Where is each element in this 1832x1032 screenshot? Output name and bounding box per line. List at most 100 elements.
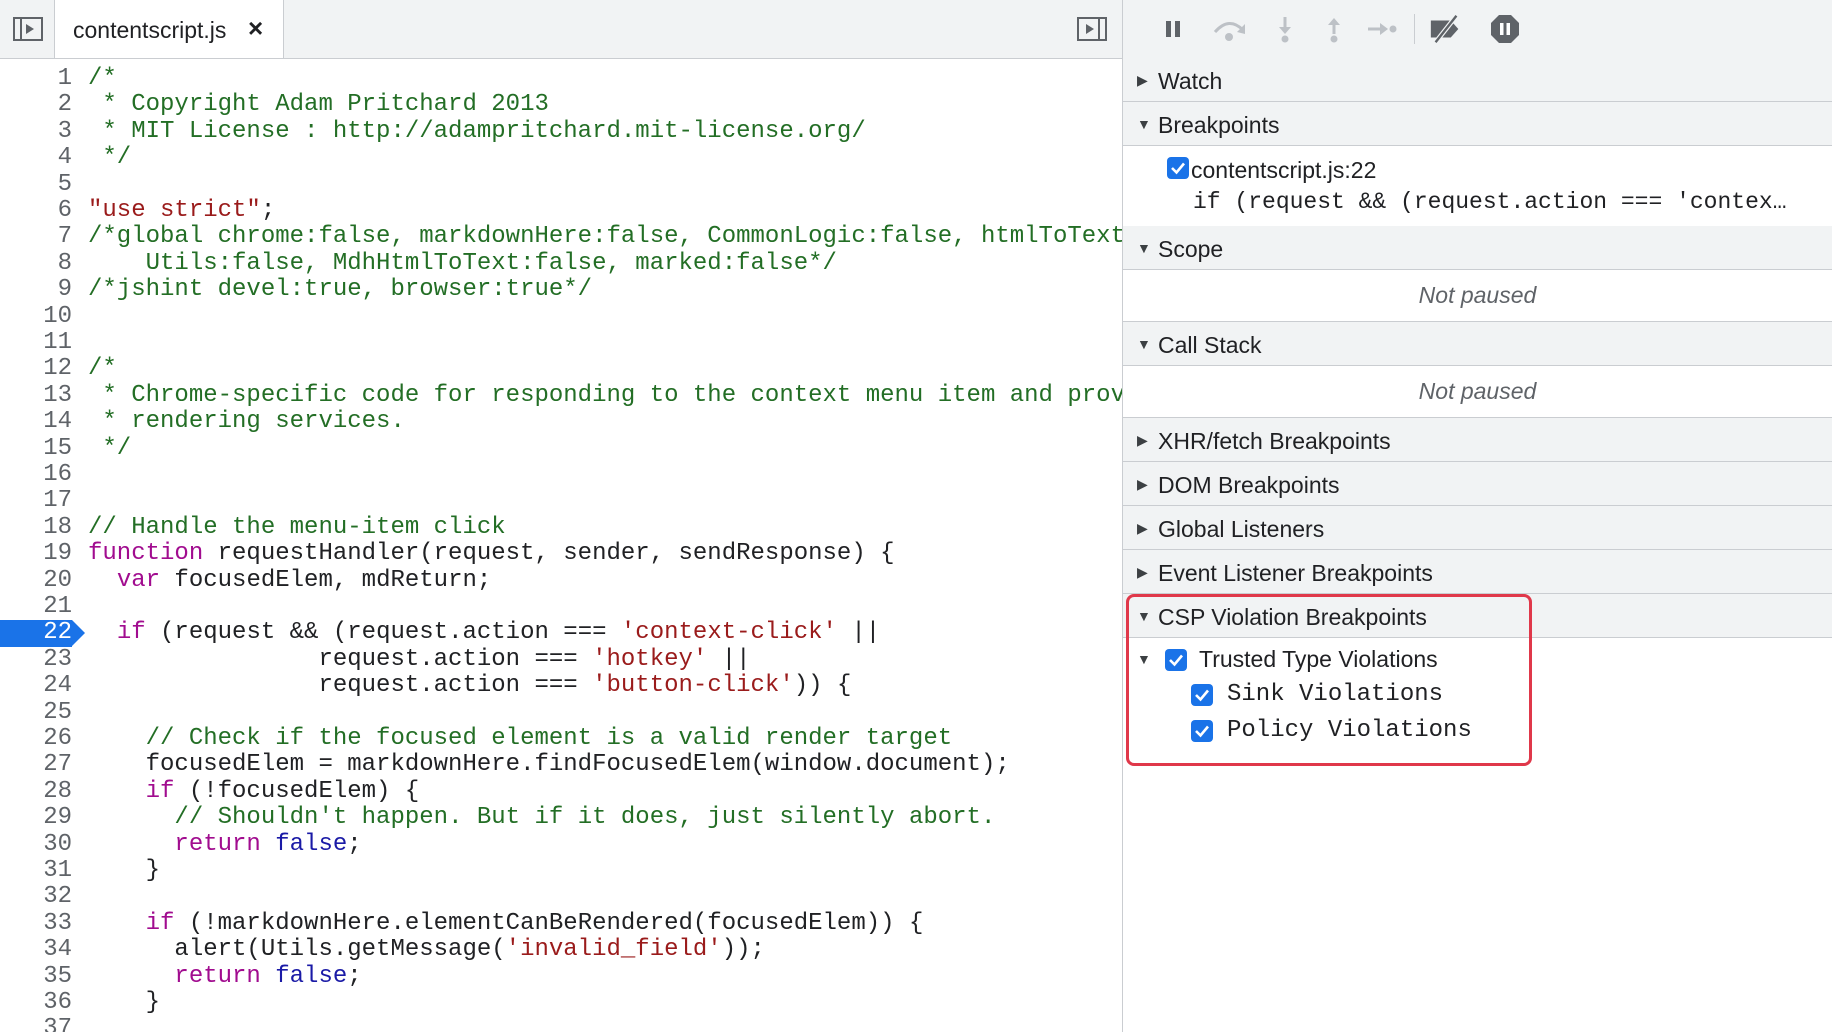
code-line[interactable]: 4 */ bbox=[0, 144, 1122, 171]
line-number[interactable]: 17 bbox=[0, 487, 72, 514]
code-line[interactable]: 20 var focusedElem, mdReturn; bbox=[0, 567, 1122, 594]
breakpoint-checkbox[interactable] bbox=[1167, 157, 1189, 179]
line-number[interactable]: 10 bbox=[0, 303, 72, 330]
line-number[interactable]: 4 bbox=[0, 144, 72, 171]
code-line[interactable]: 10 bbox=[0, 303, 1122, 330]
code-line[interactable]: 33 if (!markdownHere.elementCanBeRendere… bbox=[0, 910, 1122, 937]
line-number[interactable]: 36 bbox=[0, 989, 72, 1016]
code-line[interactable]: 5 bbox=[0, 171, 1122, 198]
line-number[interactable]: 12 bbox=[0, 355, 72, 382]
line-number[interactable]: 28 bbox=[0, 778, 72, 805]
close-icon[interactable]: × bbox=[248, 14, 263, 42]
code-line[interactable]: 6 "use strict"; bbox=[0, 197, 1122, 224]
code-line[interactable]: 30 return false; bbox=[0, 831, 1122, 858]
code-line[interactable]: 22 if (request && (request.action === 'c… bbox=[0, 619, 1122, 647]
line-number[interactable]: 27 bbox=[0, 751, 72, 778]
breakpoint-line-number[interactable]: 22 bbox=[0, 619, 72, 647]
code-line[interactable]: 25 bbox=[0, 699, 1122, 726]
breakpoint-marker-icon[interactable] bbox=[72, 620, 85, 647]
code-line[interactable]: 17 bbox=[0, 487, 1122, 514]
section-watch[interactable]: ▶ Watch bbox=[1123, 58, 1832, 102]
line-number[interactable]: 31 bbox=[0, 857, 72, 884]
code-line[interactable]: 28 if (!focusedElem) { bbox=[0, 778, 1122, 805]
line-number[interactable]: 34 bbox=[0, 936, 72, 963]
line-number[interactable]: 21 bbox=[0, 593, 72, 620]
section-scope[interactable]: ▼ Scope bbox=[1123, 226, 1832, 270]
deactivate-breakpoints-icon[interactable] bbox=[1428, 12, 1464, 46]
line-number[interactable]: 5 bbox=[0, 171, 72, 198]
breakpoint-code-snippet[interactable]: if (request && (request.action === 'cont… bbox=[1193, 189, 1787, 215]
code-line[interactable]: 19 function requestHandler(request, sende… bbox=[0, 540, 1122, 567]
code-line[interactable]: 24 request.action === 'button-click')) { bbox=[0, 672, 1122, 699]
line-number[interactable]: 11 bbox=[0, 329, 72, 356]
code-line[interactable]: 31 } bbox=[0, 857, 1122, 884]
step-out-icon[interactable] bbox=[1316, 12, 1352, 46]
code-line[interactable]: 18 // Handle the menu-item click bbox=[0, 514, 1122, 541]
line-number[interactable]: 24 bbox=[0, 672, 72, 699]
code-line[interactable]: 9 /*jshint devel:true, browser:true*/ bbox=[0, 276, 1122, 303]
code-line[interactable]: 7 /*global chrome:false, markdownHere:fal… bbox=[0, 223, 1122, 250]
tab-contentscript[interactable]: contentscript.js × bbox=[54, 0, 284, 58]
code-line[interactable]: 1 /* bbox=[0, 65, 1122, 92]
toolbar-separator bbox=[1414, 14, 1415, 44]
line-number[interactable]: 2 bbox=[0, 91, 72, 118]
line-number[interactable]: 13 bbox=[0, 382, 72, 409]
line-number[interactable]: 1 bbox=[0, 65, 72, 92]
pause-icon[interactable] bbox=[1155, 12, 1191, 46]
code-line[interactable]: 27 focusedElem = markdownHere.findFocuse… bbox=[0, 751, 1122, 778]
code-line[interactable]: 15 */ bbox=[0, 435, 1122, 462]
breakpoint-location[interactable]: contentscript.js:22 bbox=[1191, 157, 1376, 184]
code-line[interactable]: 32 bbox=[0, 883, 1122, 910]
code-area[interactable]: 1/* 2 * Copyright Adam Pritchard 2013 3 * … bbox=[0, 65, 1122, 1032]
line-number[interactable]: 33 bbox=[0, 910, 72, 937]
line-number[interactable]: 19 bbox=[0, 540, 72, 567]
section-call-stack[interactable]: ▼ Call Stack bbox=[1123, 322, 1832, 366]
code-line[interactable]: 35 return false; bbox=[0, 963, 1122, 990]
line-number[interactable]: 8 bbox=[0, 250, 72, 277]
code-line[interactable]: 16 bbox=[0, 461, 1122, 488]
line-number[interactable]: 35 bbox=[0, 963, 72, 990]
code-line[interactable]: 13 * Chrome-specific code for responding… bbox=[0, 382, 1122, 409]
line-number[interactable]: 3 bbox=[0, 118, 72, 145]
line-number[interactable]: 25 bbox=[0, 699, 72, 726]
line-number[interactable]: 30 bbox=[0, 831, 72, 858]
line-number[interactable]: 9 bbox=[0, 276, 72, 303]
section-breakpoints[interactable]: ▼ Breakpoints bbox=[1123, 102, 1832, 146]
line-number[interactable]: 29 bbox=[0, 804, 72, 831]
code-line[interactable]: 29 // Shouldn't happen. But if it does, … bbox=[0, 804, 1122, 831]
code-line[interactable]: 11 bbox=[0, 329, 1122, 356]
line-number[interactable]: 32 bbox=[0, 883, 72, 910]
section-xhr-fetch-breakpoints[interactable]: ▶ XHR/fetch Breakpoints bbox=[1123, 418, 1832, 462]
sidebar-toggle-icon[interactable] bbox=[12, 15, 44, 43]
step-into-icon[interactable] bbox=[1267, 12, 1303, 46]
code-line[interactable]: 14 * rendering services. bbox=[0, 408, 1122, 435]
section-global-listeners[interactable]: ▶ Global Listeners bbox=[1123, 506, 1832, 550]
code-line[interactable]: 3 * MIT License : http://adampritchard.m… bbox=[0, 118, 1122, 145]
expand-arrow-icon: ▶ bbox=[1137, 520, 1148, 536]
line-number[interactable]: 6 bbox=[0, 197, 72, 224]
line-number[interactable]: 26 bbox=[0, 725, 72, 752]
line-number[interactable]: 20 bbox=[0, 567, 72, 594]
section-dom-breakpoints[interactable]: ▶ DOM Breakpoints bbox=[1123, 462, 1832, 506]
code-line[interactable]: 36 } bbox=[0, 989, 1122, 1016]
code-line[interactable]: 37 bbox=[0, 1015, 1122, 1032]
code-line[interactable]: 21 bbox=[0, 593, 1122, 620]
line-number[interactable]: 7 bbox=[0, 223, 72, 250]
code-line[interactable]: 2 * Copyright Adam Pritchard 2013 bbox=[0, 91, 1122, 118]
line-number[interactable]: 16 bbox=[0, 461, 72, 488]
code-line[interactable]: 12 /* bbox=[0, 355, 1122, 382]
panel-toggle-icon[interactable] bbox=[1076, 15, 1108, 43]
line-number[interactable]: 23 bbox=[0, 646, 72, 673]
pause-on-exceptions-icon[interactable] bbox=[1487, 12, 1523, 46]
step-icon[interactable] bbox=[1364, 12, 1400, 46]
line-number[interactable]: 15 bbox=[0, 435, 72, 462]
code-line[interactable]: 34 alert(Utils.getMessage('invalid_field… bbox=[0, 936, 1122, 963]
step-over-icon[interactable] bbox=[1211, 12, 1247, 46]
line-number[interactable]: 14 bbox=[0, 408, 72, 435]
code-line[interactable]: 26 // Check if the focused element is a … bbox=[0, 725, 1122, 752]
code-line[interactable]: 23 request.action === 'hotkey' || bbox=[0, 646, 1122, 673]
line-number[interactable]: 18 bbox=[0, 514, 72, 541]
section-event-listener-breakpoints[interactable]: ▶ Event Listener Breakpoints bbox=[1123, 550, 1832, 594]
code-line[interactable]: 8 Utils:false, MdhHtmlToText:false, mark… bbox=[0, 250, 1122, 277]
line-number[interactable]: 37 bbox=[0, 1015, 72, 1032]
